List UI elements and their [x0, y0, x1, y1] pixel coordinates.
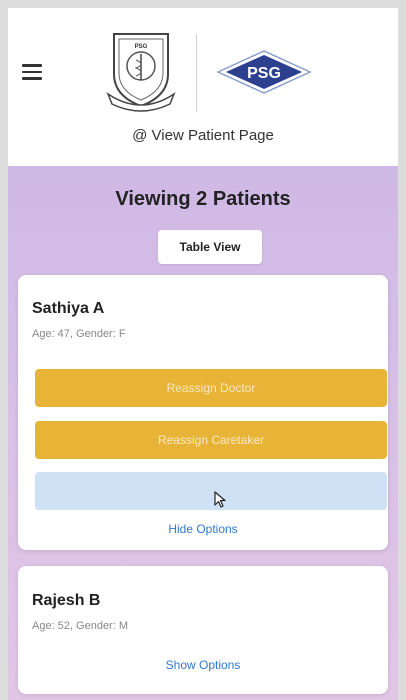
reassign-caretaker-button[interactable]: Reassign Caretaker — [35, 421, 387, 459]
patient-meta: Age: 47, Gender: F — [32, 328, 126, 340]
logo-divider — [196, 34, 197, 112]
menu-icon[interactable] — [22, 64, 42, 80]
table-view-button[interactable]: Table View — [158, 230, 262, 264]
hide-options-link[interactable]: Hide Options — [18, 522, 388, 536]
show-options-link[interactable]: Show Options — [18, 658, 388, 672]
svg-text:PSG: PSG — [135, 44, 148, 50]
patient-name: Sathiya A — [32, 300, 105, 317]
svg-text:PSG: PSG — [247, 65, 281, 82]
patient-name: Rajesh B — [32, 592, 101, 609]
page-title: @ View Patient Page — [132, 127, 274, 144]
app-screen: PSG PSG @ View Patient Page Viewing 2 Pa… — [8, 8, 398, 700]
option-button[interactable] — [35, 472, 387, 510]
patient-card: Sathiya A Age: 47, Gender: F Reassign Do… — [18, 275, 388, 550]
reassign-doctor-button[interactable]: Reassign Doctor — [35, 369, 387, 407]
patients-count-title: Viewing 2 Patients — [115, 188, 291, 210]
header: PSG PSG @ View Patient Page — [8, 8, 398, 166]
psg-logo: PSG — [216, 50, 312, 94]
patient-meta: Age: 52, Gender: M — [32, 620, 128, 632]
mouse-pointer-icon — [214, 491, 226, 508]
psg-crest-logo: PSG — [106, 33, 176, 112]
patient-card: Rajesh B Age: 52, Gender: M Show Options — [18, 566, 388, 694]
